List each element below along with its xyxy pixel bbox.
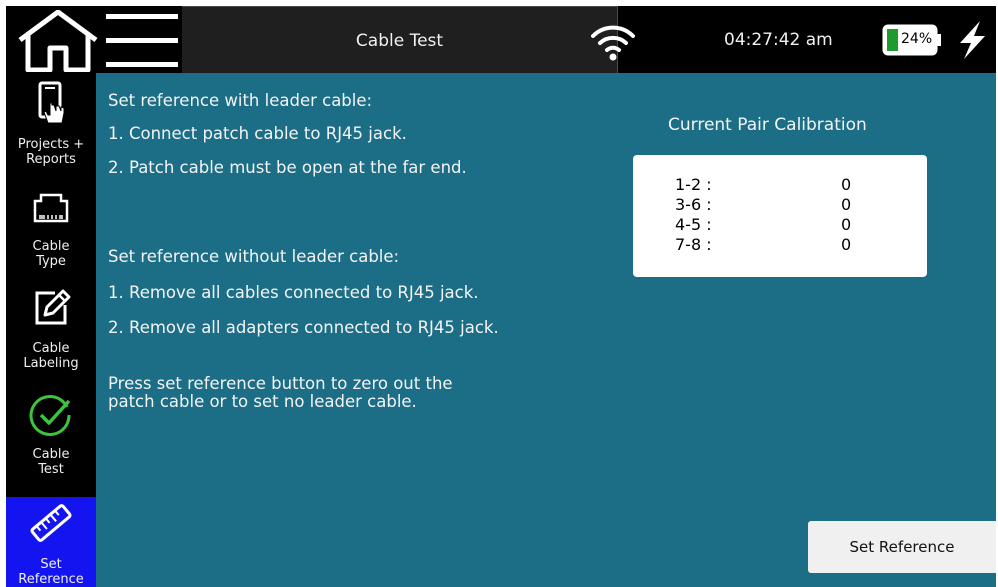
with-leader-step-1: 1. Connect patch cable to RJ45 jack. bbox=[108, 124, 407, 143]
set-reference-note-line-2: patch cable or to set no leader cable. bbox=[108, 392, 417, 411]
calibration-panel: 1-2 : 0 3-6 : 0 4-5 : 0 7-8 : 0 bbox=[633, 155, 927, 277]
sidebar-item-label: Cable Test bbox=[32, 447, 70, 477]
check-circle-icon bbox=[29, 395, 71, 436]
home-button[interactable] bbox=[14, 9, 102, 73]
set-reference-button[interactable]: Set Reference bbox=[808, 521, 996, 573]
title-area: Cable Test bbox=[182, 6, 618, 73]
pair-label: 7-8 : bbox=[675, 235, 712, 254]
calibration-row: 7-8 : 0 bbox=[675, 235, 875, 255]
sidebar-item-cable-labeling[interactable]: Cable Labeling bbox=[6, 287, 96, 387]
device-screen: Cable Test 04:27:42 am 24% Projects + Re… bbox=[6, 6, 996, 587]
pair-label: 1-2 : bbox=[675, 175, 712, 194]
calibration-row: 1-2 : 0 bbox=[675, 175, 875, 195]
main-panel: Set reference with leader cable: 1. Conn… bbox=[96, 73, 996, 587]
edit-label-icon bbox=[35, 289, 71, 325]
hamburger-menu-icon bbox=[106, 14, 178, 67]
ruler-icon bbox=[30, 504, 72, 542]
pair-value: 0 bbox=[841, 215, 852, 234]
pair-label: 4-5 : bbox=[675, 215, 712, 234]
battery-status: 24% bbox=[882, 24, 942, 56]
sidebar-item-label: Projects + Reports bbox=[17, 137, 85, 167]
with-leader-step-2: 2. Patch cable must be open at the far e… bbox=[108, 158, 467, 177]
pair-value: 0 bbox=[841, 235, 852, 254]
calibration-row: 3-6 : 0 bbox=[675, 195, 875, 215]
home-icon bbox=[18, 9, 98, 73]
without-leader-step-2: 2. Remove all adapters connected to RJ45… bbox=[108, 318, 499, 337]
top-bar: Cable Test 04:27:42 am 24% bbox=[6, 6, 996, 73]
sidebar-item-set-reference[interactable]: Set Reference bbox=[6, 497, 96, 587]
without-leader-step-1: 1. Remove all cables connected to RJ45 j… bbox=[108, 283, 479, 302]
charging-indicator bbox=[954, 20, 990, 60]
set-reference-note-line-1: Press set reference button to zero out t… bbox=[108, 374, 453, 393]
pair-value: 0 bbox=[841, 195, 852, 214]
sidebar-item-label: Cable Labeling bbox=[23, 341, 79, 371]
without-leader-heading: Set reference without leader cable: bbox=[108, 247, 400, 266]
sidebar-item-label: Set Reference bbox=[18, 557, 84, 587]
sidebar-item-projects-reports[interactable]: Projects + Reports bbox=[6, 81, 96, 181]
page-title: Cable Test bbox=[355, 31, 444, 51]
pair-value: 0 bbox=[841, 175, 852, 194]
rj45-jack-icon bbox=[33, 193, 69, 223]
calibration-title: Current Pair Calibration bbox=[668, 115, 867, 135]
battery-percent: 24% bbox=[901, 31, 933, 47]
projects-reports-icon bbox=[38, 81, 65, 124]
sidebar: Projects + Reports Cable Type Cable Labe… bbox=[6, 73, 96, 587]
clock-time: 04:27:42 am bbox=[724, 30, 833, 50]
charging-bolt-icon bbox=[960, 21, 985, 59]
sidebar-item-label: Cable Type bbox=[32, 239, 70, 269]
menu-button[interactable] bbox=[106, 12, 178, 70]
with-leader-heading: Set reference with leader cable: bbox=[108, 91, 373, 110]
sidebar-item-cable-type[interactable]: Cable Type bbox=[6, 191, 96, 281]
sidebar-item-cable-test[interactable]: Cable Test bbox=[6, 393, 96, 489]
pair-label: 3-6 : bbox=[675, 195, 712, 214]
wifi-status bbox=[590, 22, 636, 62]
wifi-icon bbox=[591, 25, 635, 61]
calibration-row: 4-5 : 0 bbox=[675, 215, 875, 235]
